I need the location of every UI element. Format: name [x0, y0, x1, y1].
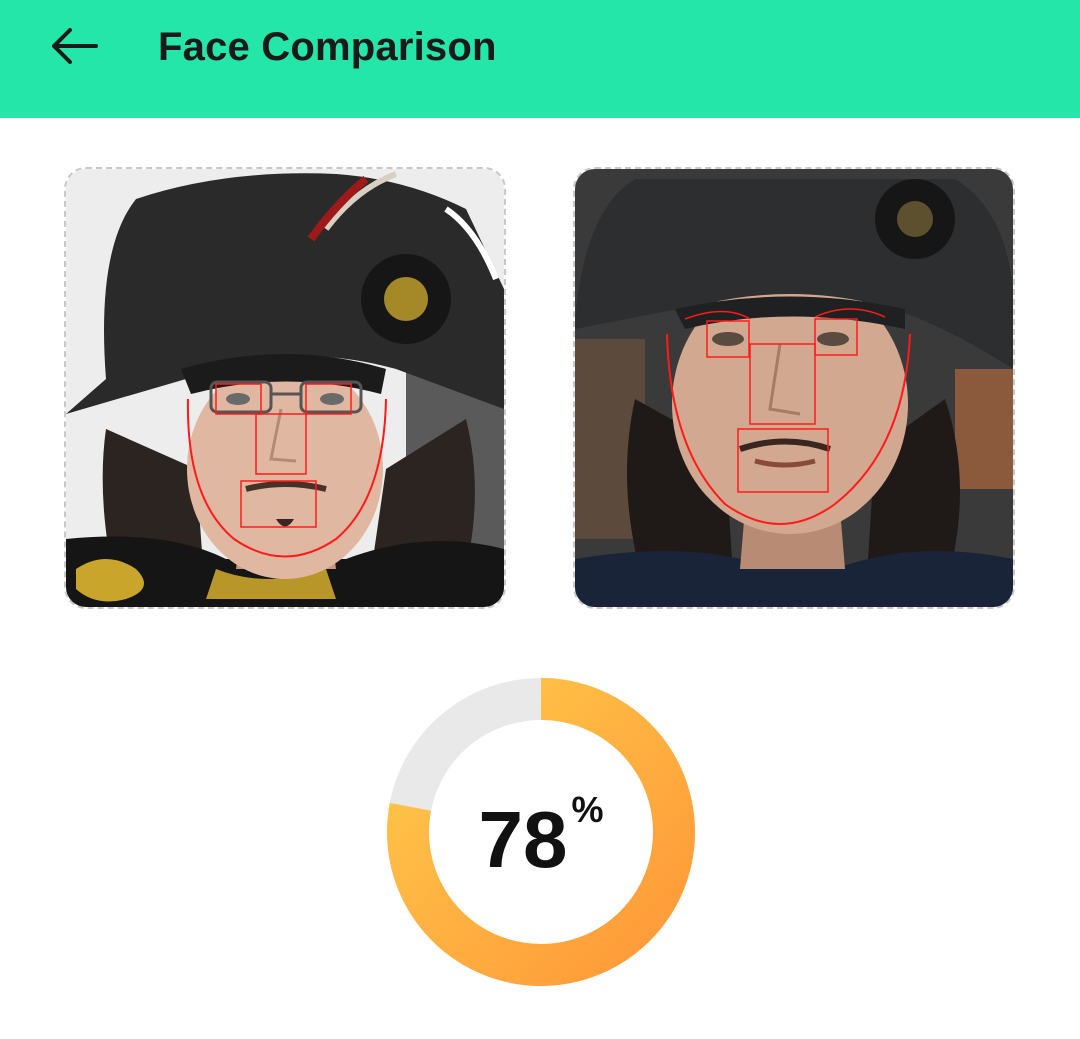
score-unit: % — [571, 789, 604, 830]
similarity-score-ring: 78 % — [386, 677, 696, 987]
score-value: 78 — [478, 795, 568, 884]
first-face-photo[interactable] — [64, 167, 506, 609]
back-button[interactable] — [40, 16, 108, 76]
face-photo-image — [575, 169, 1013, 607]
arrow-left-icon — [52, 28, 98, 64]
app-bar: Face Comparison — [0, 0, 1080, 118]
face-photo-image — [66, 169, 504, 607]
page-title: Face Comparison — [158, 25, 497, 69]
score-label: 78 % — [386, 677, 696, 987]
second-face-photo[interactable] — [573, 167, 1015, 609]
